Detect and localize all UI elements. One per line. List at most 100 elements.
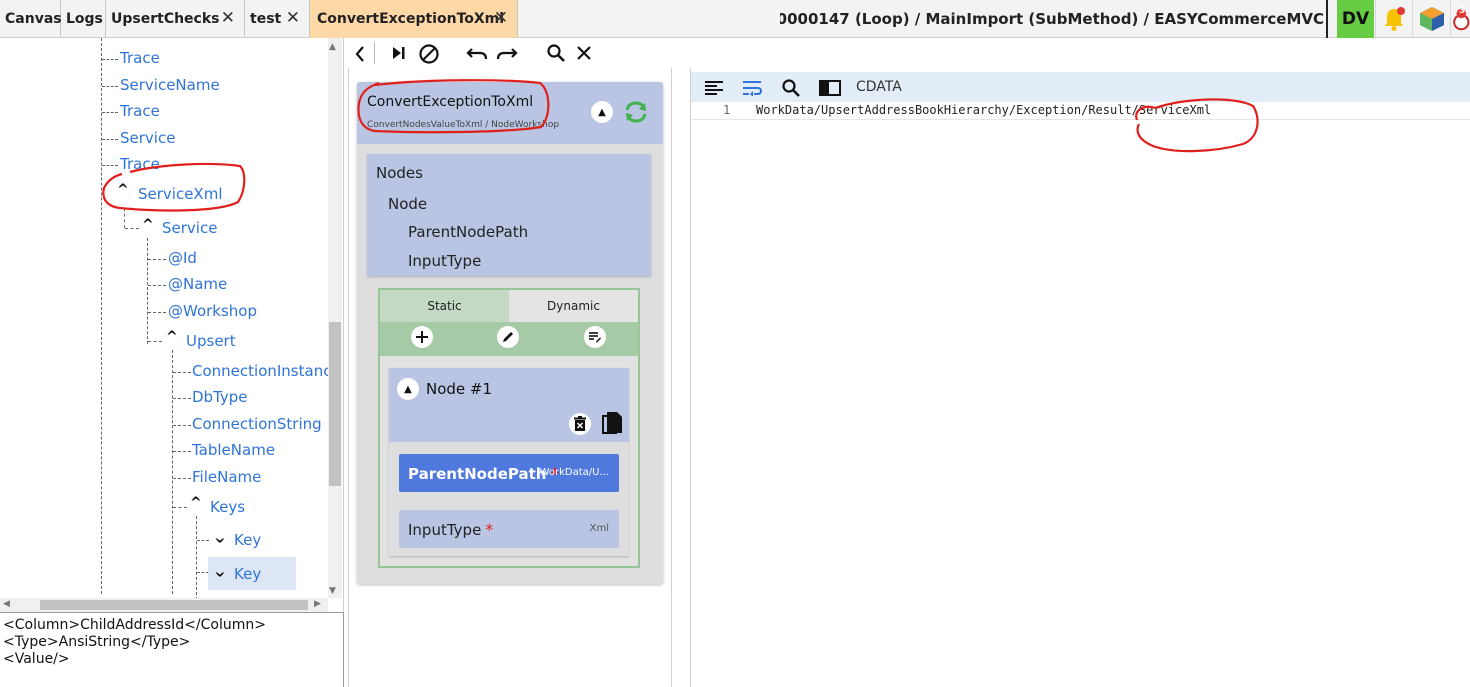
scroll-up-icon[interactable]: ▲ <box>329 42 336 52</box>
tree-node-trace[interactable]: Trace <box>120 49 160 67</box>
tab-label: UpsertChecks <box>111 11 220 27</box>
tree-node-keys[interactable]: Keys <box>210 498 245 516</box>
collapse-node-button[interactable]: ▲ <box>397 378 419 400</box>
toolbar-divider <box>374 42 375 64</box>
block-icon[interactable] <box>418 43 440 65</box>
bell-icon[interactable] <box>1375 0 1412 38</box>
scroll-down-icon[interactable]: ▼ <box>329 586 336 596</box>
chevron-up-icon[interactable]: ^ <box>190 495 202 511</box>
tab-upsertchecks[interactable]: UpsertChecks ✕ <box>106 0 245 38</box>
tab-logs[interactable]: Logs <box>61 0 106 38</box>
tree-connector <box>173 398 191 399</box>
tree-connector <box>173 451 191 452</box>
tab-canvas[interactable]: Canvas <box>0 0 62 38</box>
node-item-header: ▲ Node #1 <box>389 368 629 442</box>
tree-horizontal-scrollbar[interactable]: ◀ ▶ <box>0 598 328 612</box>
nodes-section: Nodes Node ParentNodePath InputType <box>367 154 651 276</box>
add-button[interactable] <box>411 326 433 348</box>
refresh-icon[interactable] <box>623 99 649 125</box>
wrap-text-icon[interactable] <box>743 80 763 96</box>
edit-button[interactable] <box>497 326 519 348</box>
align-left-icon[interactable] <box>705 80 723 96</box>
collapse-button[interactable]: ▲ <box>591 101 613 123</box>
tree-connector <box>102 112 118 113</box>
scroll-right-icon[interactable]: ▶ <box>314 599 321 609</box>
tab-static[interactable]: Static <box>380 290 509 322</box>
close-icon[interactable]: ✕ <box>221 8 235 28</box>
inputtype-field[interactable]: InputType * Xml <box>399 510 619 548</box>
tree-node-attr-workshop[interactable]: @Workshop <box>168 302 257 320</box>
top-tab-bar: Canvas Logs UpsertChecks ✕ test ✕ ConvertE… <box>0 0 1470 38</box>
tab-dynamic[interactable]: Dynamic <box>509 290 638 322</box>
scroll-left-icon[interactable]: ◀ <box>3 599 10 609</box>
undo-icon[interactable] <box>466 45 488 61</box>
tree-node-key-selected[interactable]: Key <box>234 565 261 583</box>
close-icon[interactable] <box>576 45 592 61</box>
breadcrumb: LOOP-10000147 (Loop) / MainImport (SubMe… <box>780 0 1328 38</box>
user-badge[interactable]: DV <box>1337 0 1374 38</box>
nodes-label: Nodes <box>376 164 423 182</box>
tree-node-filename[interactable]: FileName <box>192 468 261 486</box>
chevron-up-icon[interactable]: ^ <box>117 182 129 198</box>
list-edit-icon <box>589 332 601 343</box>
search-icon[interactable] <box>546 43 566 63</box>
tree-node-trace[interactable]: Trace <box>120 102 160 120</box>
cube-app-icon[interactable] <box>1412 0 1450 38</box>
code-text[interactable]: WorkData/UpsertAddressBookHierarchy/Exce… <box>756 103 1211 117</box>
back-icon[interactable] <box>354 45 366 63</box>
code-line[interactable]: 1 WorkData/UpsertAddressBookHierarchy/Ex… <box>691 102 1470 120</box>
node-prop-inputtype: InputType <box>408 252 482 270</box>
tree-guide-line <box>124 208 125 228</box>
triangle-up-icon: ▲ <box>598 106 606 118</box>
scrollbar-thumb[interactable] <box>329 322 341 486</box>
method-card: ConvertExceptionToXml ConvertNodesValueT… <box>357 82 663 584</box>
plus-icon <box>416 331 428 343</box>
tab-label: Canvas <box>5 11 62 27</box>
chevron-up-icon[interactable]: ^ <box>142 217 154 233</box>
tree-node-tablename[interactable]: TableName <box>192 441 275 459</box>
delete-node-button[interactable] <box>569 413 591 435</box>
chevron-down-icon[interactable]: ^ <box>214 562 226 578</box>
tree-connector <box>148 312 166 313</box>
tree-node-attr-name[interactable]: @Name <box>168 275 227 293</box>
tree-node-upsert[interactable]: Upsert <box>186 332 236 350</box>
tree-connector <box>148 259 166 260</box>
tree-node-service[interactable]: Service <box>162 219 217 237</box>
panel-toggle-icon[interactable] <box>819 80 841 96</box>
search-icon[interactable] <box>781 78 801 98</box>
close-icon[interactable]: ✕ <box>494 8 508 28</box>
tree-connector <box>102 139 118 140</box>
close-icon[interactable]: ✕ <box>286 8 300 28</box>
tab-test[interactable]: test ✕ <box>245 0 310 38</box>
field-value: Xml <box>589 523 609 534</box>
tree-connector <box>102 86 118 87</box>
node-editor-panel: ConvertExceptionToXml ConvertNodesValueT… <box>348 68 672 687</box>
tree-node-connectioninstance[interactable]: ConnectionInstance <box>192 362 341 380</box>
cdata-toggle[interactable]: CDATA <box>856 79 902 95</box>
tree-node-service[interactable]: Service <box>120 129 175 147</box>
redo-icon[interactable] <box>496 45 518 61</box>
tree-node-connectionstring[interactable]: ConnectionString <box>192 415 322 433</box>
tree-node-servicename[interactable]: ServiceName <box>120 76 220 94</box>
tree-node-trace[interactable]: Trace <box>120 155 160 173</box>
tree-connector <box>173 425 191 426</box>
edit-list-button[interactable] <box>584 326 606 348</box>
tab-convertexceptiontoxml[interactable]: ConvertExceptionToXml ✕ <box>310 0 518 38</box>
parentnodepath-field[interactable]: ParentNodePath * WorkData/U... <box>399 454 619 492</box>
tree-guide-line <box>196 516 197 600</box>
tab-label: test <box>250 11 282 27</box>
tree-node-dbtype[interactable]: DbType <box>192 388 248 406</box>
help-notification-icon[interactable]: 3 <box>1450 0 1470 38</box>
copy-icon[interactable] <box>601 411 623 437</box>
chevron-down-icon[interactable]: ^ <box>214 528 226 544</box>
tree-connector <box>102 165 118 166</box>
tree-node-attr-id[interactable]: @Id <box>168 249 197 267</box>
tree-node-key[interactable]: Key <box>234 531 261 549</box>
tree-node-servicexml[interactable]: ServiceXml <box>138 185 223 203</box>
tree-panel: Trace ServiceName Trace Service Trace ^ … <box>0 38 344 612</box>
tree-vertical-scrollbar[interactable]: ▲ ▼ <box>328 38 342 598</box>
tree-connector <box>197 540 209 541</box>
chevron-up-icon[interactable]: ^ <box>166 329 178 345</box>
scrollbar-thumb[interactable] <box>40 600 308 610</box>
step-icon[interactable] <box>392 46 406 60</box>
